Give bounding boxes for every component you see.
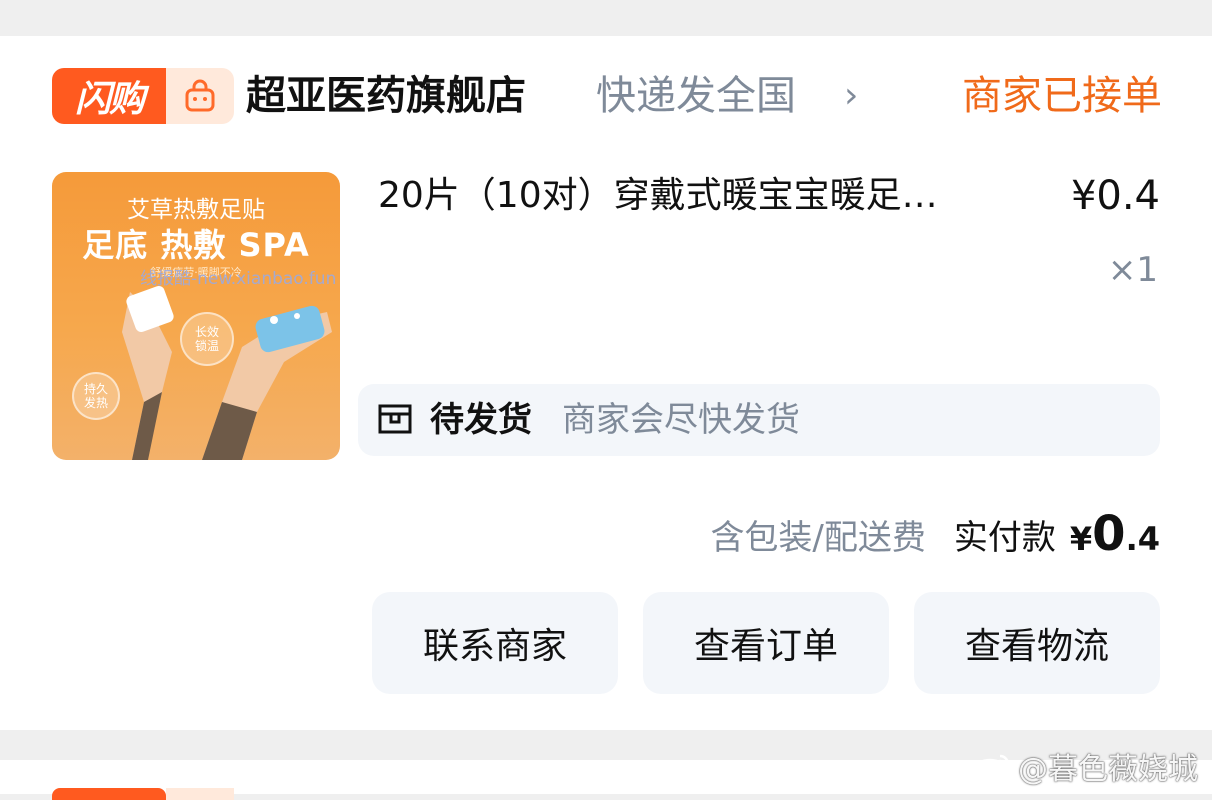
weibo-icon [973, 754, 1010, 782]
paid-label: 实付款 [953, 517, 1056, 558]
order-card: 闪购 超亚医药旗舰店 快递发全国 › 商家已接单 艾草热敷足贴 足底 热敷 SP… [0, 36, 1212, 730]
paid-amount-dec: .4 [1125, 520, 1160, 558]
payment-summary: 含包装/配送费 实付款 ¥0.4 [710, 506, 1160, 562]
shipping-status-desc: 商家会尽快发货 [562, 400, 800, 440]
feature-bubble: 长效 锁温 [180, 312, 234, 366]
shipping-status-panel[interactable]: 待发货 商家会尽快发货 [358, 384, 1160, 456]
feature-bubble: 持久 发热 [72, 372, 120, 420]
product-title[interactable]: 20片（10对）穿戴式暖宝宝暖足… [378, 172, 1018, 220]
fee-note: 含包装/配送费 [710, 517, 926, 558]
flash-buy-label: 闪购 [52, 68, 166, 124]
package-box-icon [378, 404, 412, 434]
shopping-bag-icon [166, 68, 234, 124]
product-image[interactable]: 艾草热敷足贴 足底 热敷 SPA 舒缓疲劳·暖脚不冷 长效 锁温 持久 发热 [52, 172, 340, 460]
view-order-button[interactable]: 查看订单 [643, 592, 889, 694]
paid-amount: ¥0.4 [1070, 506, 1160, 562]
image-watermark: 线报酷-new.xianbao.fun [140, 269, 337, 289]
store-name[interactable]: 超亚医药旗舰店 [246, 70, 526, 122]
paid-currency: ¥ [1069, 520, 1093, 558]
flash-buy-badge: 闪购 [52, 68, 234, 124]
next-order-badge [52, 788, 166, 800]
product-quantity: ×1 [1107, 250, 1158, 290]
chevron-right-icon[interactable]: › [844, 78, 858, 114]
contact-seller-button[interactable]: 联系商家 [372, 592, 618, 694]
next-order-badge-icon-area [166, 788, 234, 800]
order-header: 闪购 超亚医药旗舰店 快递发全国 › 商家已接单 [52, 66, 1162, 130]
product-price: ¥0.4 [1070, 173, 1160, 219]
shipping-scope[interactable]: 快递发全国 [596, 70, 796, 122]
shipping-status-label: 待发货 [430, 400, 532, 440]
order-status: 商家已接单 [962, 73, 1162, 119]
paid-amount-int: 0 [1092, 506, 1126, 562]
view-logistics-button[interactable]: 查看物流 [914, 592, 1160, 694]
weibo-watermark: @暮色薇娆城 [972, 744, 1198, 788]
weibo-handle: @暮色薇娆城 [1018, 752, 1198, 787]
